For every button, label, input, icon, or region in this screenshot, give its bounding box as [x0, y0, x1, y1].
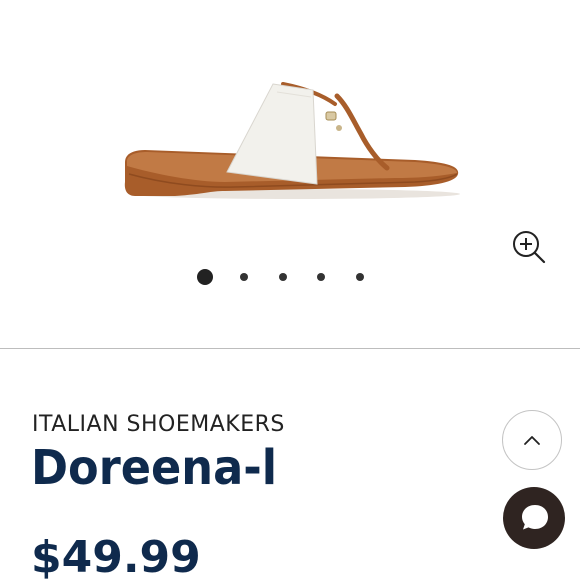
carousel-dot-3[interactable]: [279, 273, 287, 281]
carousel-dot-4[interactable]: [317, 273, 325, 281]
brand-name[interactable]: ITALIAN SHOEMAKERS: [32, 412, 285, 437]
product-price: $49.99: [31, 532, 201, 580]
product-gallery[interactable]: [0, 0, 580, 348]
product-page: ITALIAN SHOEMAKERS Doreena-l $49.99: [0, 0, 580, 580]
carousel-dot-2[interactable]: [240, 273, 248, 281]
zoom-in-icon: [513, 231, 546, 264]
carousel-dot-5[interactable]: [356, 273, 364, 281]
scroll-to-top-button[interactable]: [502, 410, 562, 470]
product-image: [124, 82, 460, 199]
section-divider: [0, 348, 580, 349]
carousel-dots: [0, 266, 580, 288]
chat-button[interactable]: [503, 487, 565, 549]
chat-bubble-icon: [522, 505, 548, 530]
chevron-up-icon: [524, 436, 540, 445]
carousel-dot-1[interactable]: [197, 269, 213, 285]
zoom-button[interactable]: [510, 228, 548, 266]
product-title: Doreena-l: [31, 440, 278, 496]
